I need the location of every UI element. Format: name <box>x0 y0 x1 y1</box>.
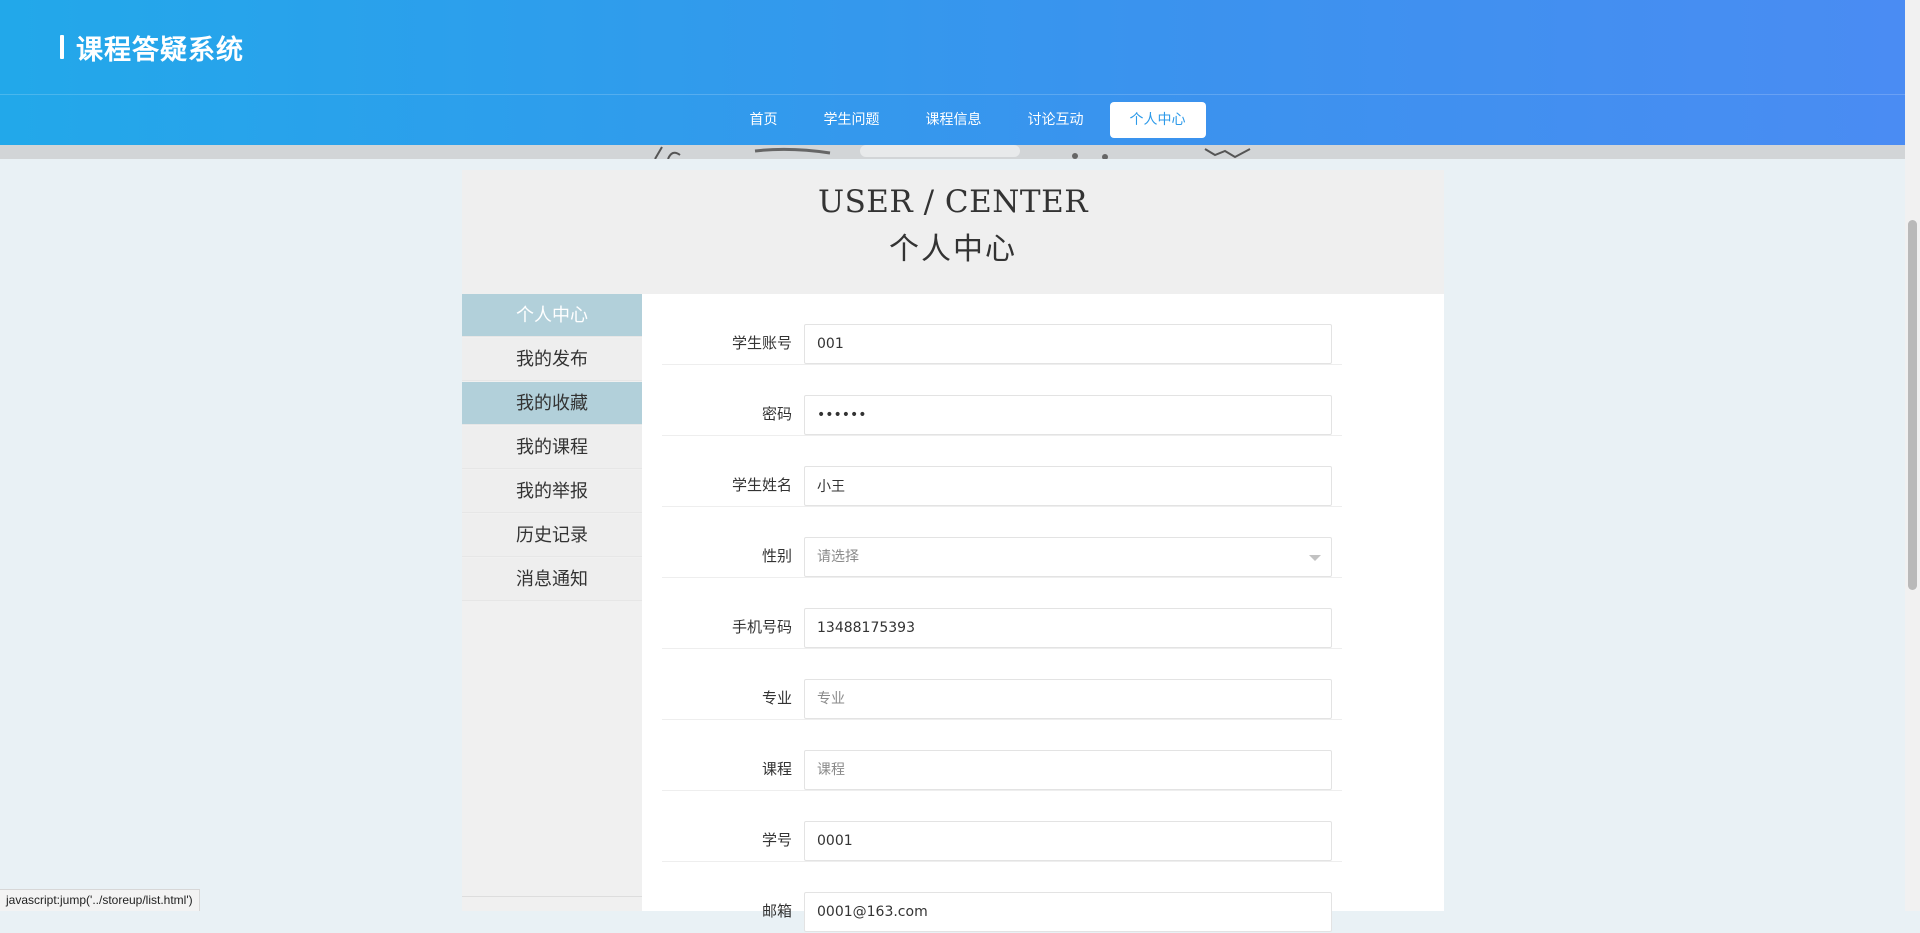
page-title-english: USER / CENTER <box>817 184 1089 220</box>
password-input[interactable] <box>804 395 1332 435</box>
account-label: 学生账号 <box>731 334 792 352</box>
page-title-chinese: 个人中心 <box>889 232 1017 267</box>
scrollbar-thumb[interactable] <box>1908 220 1917 590</box>
form-row-major: 专业 <box>662 649 1342 720</box>
email-input[interactable] <box>804 892 1332 932</box>
form-row-phone: 手机号码 <box>662 578 1342 649</box>
phone-input[interactable] <box>804 608 1332 648</box>
password-label: 密码 <box>761 405 792 423</box>
profile-form: 学生账号 密码 学生姓名 性别 请选择 手机号码 专业 课程 学号 邮箱 <box>642 294 1444 932</box>
top-header: 课程答疑系统 <box>0 0 1905 95</box>
name-label: 学生姓名 <box>731 476 792 494</box>
page-scrollbar[interactable] <box>1905 0 1920 911</box>
form-row-course: 课程 <box>662 720 1342 791</box>
sidebar-item-my-favorites[interactable]: 我的收藏 <box>462 382 642 425</box>
banner-decoration <box>0 145 1905 159</box>
gender-select[interactable]: 请选择 <box>804 537 1332 577</box>
course-label: 课程 <box>761 760 792 778</box>
name-input[interactable] <box>804 466 1332 506</box>
site-title: 课程答疑系统 <box>76 34 244 66</box>
form-row-name: 学生姓名 <box>662 436 1342 507</box>
sidebar-item-history[interactable]: 历史记录 <box>462 514 642 557</box>
sidebar-item-my-reports[interactable]: 我的举报 <box>462 470 642 513</box>
gender-select-value: 请选择 <box>817 549 859 565</box>
phone-label: 手机号码 <box>731 618 792 636</box>
course-input[interactable] <box>804 750 1332 790</box>
main-nav: 首页 学生问题 课程信息 讨论互动 个人中心 <box>0 95 1905 145</box>
major-input[interactable] <box>804 679 1332 719</box>
nav-item-course-info[interactable]: 课程信息 <box>906 102 1002 138</box>
status-bar-link-preview: javascript:jump('../storeup/list.html') <box>0 889 200 911</box>
sidebar-item-user-center[interactable]: 个人中心 <box>462 294 642 337</box>
chevron-down-icon <box>1309 555 1321 561</box>
nav-item-student-questions[interactable]: 学生问题 <box>804 102 900 138</box>
form-row-email: 邮箱 <box>662 862 1342 933</box>
form-row-password: 密码 <box>662 365 1342 436</box>
form-row-gender: 性别 请选择 <box>662 507 1342 578</box>
gender-label: 性别 <box>761 547 792 565</box>
nav-item-user-center[interactable]: 个人中心 <box>1109 102 1206 138</box>
student-no-label: 学号 <box>761 831 792 849</box>
banner-image-strip <box>0 145 1905 159</box>
student-no-input[interactable] <box>804 821 1332 861</box>
nav-item-home[interactable]: 首页 <box>730 102 798 138</box>
account-input[interactable] <box>804 324 1332 364</box>
sidebar-divider <box>462 896 642 897</box>
page-title-block: USER / CENTER 个人中心 <box>462 170 1444 294</box>
nav-item-discussion[interactable]: 讨论互动 <box>1008 102 1104 138</box>
form-row-student-no: 学号 <box>662 791 1342 862</box>
sidebar-item-notifications[interactable]: 消息通知 <box>462 558 642 601</box>
sidebar-item-my-courses[interactable]: 我的课程 <box>462 426 642 469</box>
form-row-account: 学生账号 <box>662 294 1342 365</box>
brand-bar-decoration <box>60 35 64 59</box>
major-label: 专业 <box>761 689 792 707</box>
sidebar: 个人中心 我的发布 我的收藏 我的课程 我的举报 历史记录 消息通知 <box>462 294 642 911</box>
sidebar-item-my-posts[interactable]: 我的发布 <box>462 338 642 381</box>
brand[interactable]: 课程答疑系统 <box>60 30 244 66</box>
